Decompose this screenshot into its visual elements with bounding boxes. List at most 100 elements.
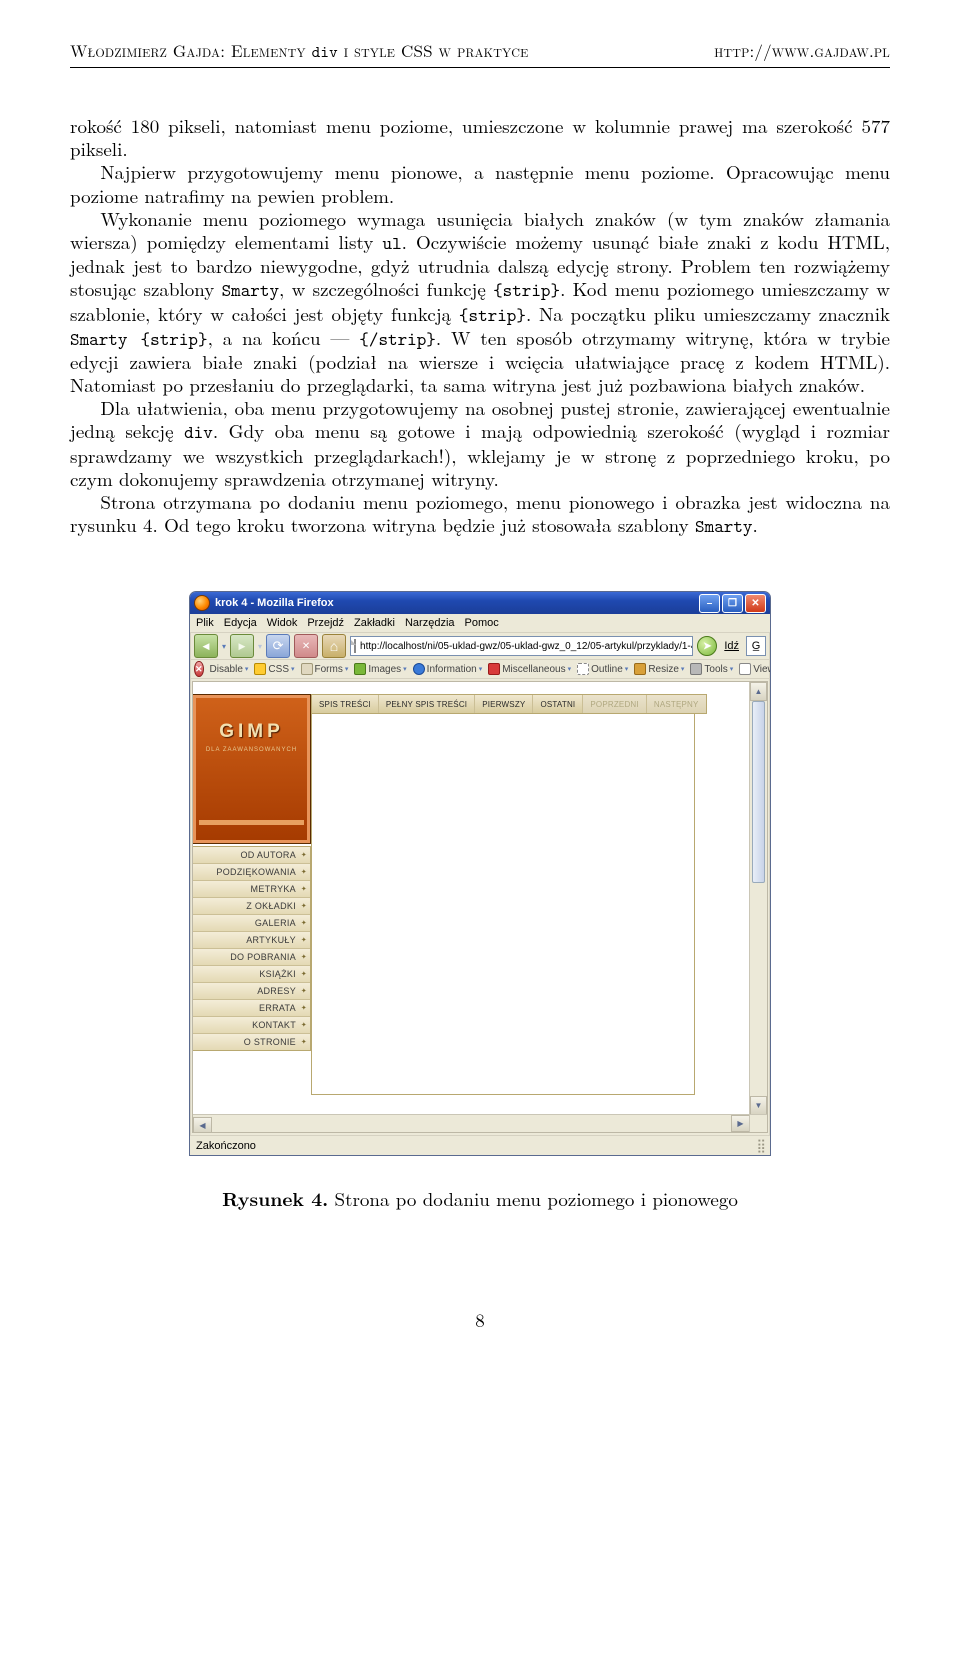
- close-button[interactable]: ✕: [745, 594, 766, 613]
- menu-item[interactable]: Edycja: [224, 617, 257, 629]
- vmenu-item[interactable]: Z OKŁADKI: [193, 898, 310, 915]
- menu-item[interactable]: Plik: [196, 617, 214, 629]
- back-button-icon[interactable]: [194, 634, 218, 658]
- code-div: div: [312, 41, 338, 63]
- titlebar[interactable]: krok 4 - Mozilla Firefox – ❐ ✕: [190, 592, 770, 614]
- address-bar[interactable]: http://localhost/ni/05-uklad-gwz/05-ukla…: [350, 636, 693, 656]
- status-bar: Zakończono ⣿: [190, 1135, 770, 1155]
- scroll-up-icon[interactable]: ▲: [750, 682, 767, 701]
- paragraph-2: Najpierw przygotowujemy menu pionowe, a …: [70, 160, 890, 206]
- menu-item[interactable]: Pomoc: [465, 617, 499, 629]
- hmenu-item[interactable]: OSTATNI: [533, 695, 583, 713]
- vmenu-item[interactable]: ADRESY: [193, 983, 310, 1000]
- vmenu-item[interactable]: KSIĄŻKI: [193, 966, 310, 983]
- resize-grip-icon[interactable]: ⣿: [756, 1138, 764, 1154]
- vmenu-item[interactable]: DO POBRANIA: [193, 949, 310, 966]
- dev-item[interactable]: Information▾: [413, 663, 483, 675]
- vmenu-item[interactable]: O STRONIE: [193, 1034, 310, 1050]
- disable-icon[interactable]: ✕: [194, 661, 204, 677]
- hmenu-item[interactable]: PIERWSZY: [475, 695, 533, 713]
- menu-item[interactable]: Przejdź: [307, 617, 344, 629]
- vmenu-item[interactable]: PODZIĘKOWANIA: [193, 864, 310, 881]
- paragraph-3: Wykonanie menu poziomego wymaga usunięci…: [70, 207, 890, 397]
- forward-button-icon[interactable]: [230, 634, 254, 658]
- window-title: krok 4 - Mozilla Firefox: [215, 597, 334, 609]
- running-head: Włodzimierz Gajda: Elementy div i style …: [70, 38, 890, 68]
- page-content: GIMP DLA ZAAWANSOWANYCH OD AUTORA PODZIĘ…: [193, 682, 750, 1115]
- hmenu-item-disabled: NASTĘPNY: [647, 695, 706, 713]
- author: Włodzimierz Gajda:: [70, 38, 225, 62]
- scroll-down-icon[interactable]: ▼: [750, 1096, 767, 1115]
- body-text: rokość 180 pikseli, natomiast menu pozio…: [70, 114, 890, 537]
- home-button-icon[interactable]: [322, 634, 346, 658]
- vmenu-item[interactable]: OD AUTORA: [193, 847, 310, 864]
- scroll-thumb[interactable]: [752, 701, 765, 883]
- vertical-menu: OD AUTORA PODZIĘKOWANIA METRYKA Z OKŁADK…: [193, 846, 311, 1051]
- address-text: http://localhost/ni/05-uklad-gwz/05-ukla…: [360, 641, 693, 652]
- figure-caption: Rysunek 4. Strona po dodaniu menu poziom…: [70, 1184, 890, 1212]
- cover-title: GIMP: [193, 721, 310, 743]
- forward-dropdown-icon: ▾: [258, 642, 262, 651]
- menu-item[interactable]: Narzędzia: [405, 617, 455, 629]
- scroll-right-icon[interactable]: ▶: [731, 1115, 750, 1132]
- page-number: 8: [70, 1306, 890, 1333]
- header-url: http://www.gajdaw.pl: [714, 38, 890, 63]
- dev-item[interactable]: CSS▾: [254, 663, 294, 675]
- horizontal-menu: SPIS TREŚCI PEŁNY SPIS TREŚCI PIERWSZY O…: [311, 694, 707, 714]
- hmenu-item[interactable]: SPIS TREŚCI: [312, 695, 379, 713]
- scroll-left-icon[interactable]: ◀: [193, 1117, 212, 1133]
- menu-item[interactable]: Zakładki: [354, 617, 395, 629]
- paragraph-1: rokość 180 pikseli, natomiast menu pozio…: [70, 114, 890, 160]
- vmenu-item[interactable]: GALERIA: [193, 915, 310, 932]
- reload-button-icon[interactable]: [266, 634, 290, 658]
- webdeveloper-toolbar: ✕ Disable▾ CSS▾ Forms▾ Images▾ Informati…: [190, 660, 770, 679]
- dev-item[interactable]: Images▾: [354, 663, 406, 675]
- scrollbar-corner: [749, 1114, 767, 1132]
- menubar: Plik Edycja Widok Przejdź Zakładki Narzę…: [190, 614, 770, 633]
- stop-button-icon[interactable]: [294, 634, 318, 658]
- go-label[interactable]: Idź: [724, 640, 739, 652]
- figure: krok 4 - Mozilla Firefox – ❐ ✕ Plik Edyc…: [70, 591, 890, 1212]
- search-engine-icon[interactable]: G̲: [746, 636, 766, 656]
- right-column: SPIS TREŚCI PEŁNY SPIS TREŚCI PIERWSZY O…: [311, 694, 707, 1095]
- title-part1: Elementy: [231, 38, 306, 62]
- dev-item[interactable]: Resize▾: [634, 663, 684, 675]
- back-dropdown-icon[interactable]: ▾: [222, 642, 226, 651]
- page: Włodzimierz Gajda: Elementy div i style …: [0, 0, 960, 1373]
- dev-item[interactable]: Outline▾: [577, 663, 628, 675]
- go-button-icon[interactable]: ➤: [697, 636, 717, 656]
- browser-window: krok 4 - Mozilla Firefox – ❐ ✕ Plik Edyc…: [189, 591, 771, 1156]
- hmenu-item-disabled: POPRZEDNI: [583, 695, 646, 713]
- dev-item[interactable]: View Source: [739, 663, 770, 675]
- vmenu-item[interactable]: KONTAKT: [193, 1017, 310, 1034]
- dev-item[interactable]: Miscellaneous▾: [488, 663, 571, 675]
- cover-subtitle: DLA ZAAWANSOWANYCH: [193, 747, 310, 753]
- paragraph-4: Dla ułatwienia, oba menu przygotowujemy …: [70, 396, 890, 490]
- title-part2: i style CSS w praktyce: [344, 38, 529, 62]
- caption-label: Rysunek 4.: [222, 1184, 328, 1212]
- horizontal-scrollbar[interactable]: ◀ ▶: [193, 1114, 750, 1132]
- site-layout: GIMP DLA ZAAWANSOWANYCH OD AUTORA PODZIĘ…: [193, 694, 707, 1095]
- hmenu-item[interactable]: PEŁNY SPIS TREŚCI: [379, 695, 475, 713]
- paragraph-5: Strona otrzymana po dodaniu menu poziome…: [70, 490, 890, 537]
- cover-band: [199, 820, 304, 825]
- left-column: GIMP DLA ZAAWANSOWANYCH OD AUTORA PODZIĘ…: [193, 694, 311, 1095]
- firefox-icon: [194, 595, 210, 611]
- status-text: Zakończono: [196, 1140, 256, 1152]
- caption-text: Strona po dodaniu menu poziomego i piono…: [328, 1185, 738, 1212]
- vmenu-item[interactable]: METRYKA: [193, 881, 310, 898]
- running-head-left: Włodzimierz Gajda: Elementy div i style …: [70, 38, 529, 63]
- dev-item[interactable]: Disable▾: [210, 664, 249, 675]
- nav-toolbar: ▾ ▾ http://localhost/ni/05-uklad-gwz/05-…: [190, 633, 770, 660]
- minimize-button[interactable]: –: [699, 594, 720, 613]
- book-cover: GIMP DLA ZAAWANSOWANYCH: [193, 694, 311, 844]
- dev-item[interactable]: Forms▾: [301, 663, 349, 675]
- menu-item[interactable]: Widok: [267, 617, 298, 629]
- vmenu-item[interactable]: ARTYKUŁY: [193, 932, 310, 949]
- vmenu-item[interactable]: ERRATA: [193, 1000, 310, 1017]
- maximize-button[interactable]: ❐: [722, 594, 743, 613]
- content-canvas: [311, 714, 695, 1095]
- dev-item[interactable]: Tools▾: [690, 663, 733, 675]
- page-viewport: GIMP DLA ZAAWANSOWANYCH OD AUTORA PODZIĘ…: [192, 681, 768, 1133]
- vertical-scrollbar[interactable]: ▲ ▼: [749, 682, 767, 1115]
